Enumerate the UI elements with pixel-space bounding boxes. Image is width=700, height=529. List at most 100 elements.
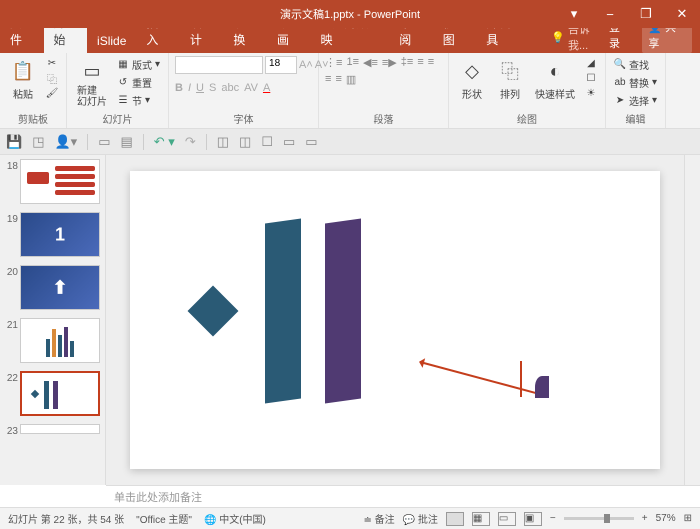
layout-button[interactable]: ▦版式 ▾	[115, 56, 162, 73]
shape-outline-button[interactable]: ☐	[583, 71, 599, 85]
copy-button[interactable]: ⿻	[44, 71, 60, 85]
maximize-button[interactable]: ❐	[628, 0, 664, 28]
zoom-in-button[interactable]: +	[642, 513, 648, 524]
group-editing: 🔍查找 ab替换 ▾ ➤选择 ▾ 编辑	[606, 53, 666, 128]
numbering-button[interactable]: 1≡	[346, 56, 359, 69]
qat-button[interactable]: ◫	[239, 134, 251, 150]
italic-button[interactable]: I	[188, 82, 191, 94]
select-button[interactable]: ➤选择 ▾	[612, 92, 659, 109]
thumbnail-item[interactable]: 18	[0, 157, 105, 210]
format-painter-button[interactable]: 🖌	[44, 86, 60, 100]
save-button[interactable]: 💾	[6, 134, 22, 150]
underline-button[interactable]: U	[196, 82, 204, 94]
qat-button[interactable]: ▭	[98, 134, 110, 150]
layout-icon: ▦	[117, 59, 129, 71]
shape-bar-teal[interactable]	[265, 218, 301, 403]
group-label: 编辑	[626, 111, 646, 126]
slideshow-view-button[interactable]: ▣	[524, 512, 542, 526]
notes-pane[interactable]: 单击此处添加备注	[106, 485, 700, 507]
increase-font-icon[interactable]: A˄	[299, 59, 313, 71]
new-slide-button[interactable]: ▭ 新建 幻灯片	[73, 56, 111, 110]
qat-button[interactable]: 👤▾	[54, 134, 77, 150]
tab-islide[interactable]: iSlide	[87, 29, 136, 53]
redo-button[interactable]: ↷	[185, 134, 196, 150]
align-center-button[interactable]: ≡	[428, 56, 434, 69]
strike-button[interactable]: S	[209, 82, 216, 94]
qat-button[interactable]: ☐	[261, 134, 273, 150]
align-right-button[interactable]: ≡	[325, 73, 331, 86]
group-label: 字体	[234, 111, 254, 126]
thumbnail-item[interactable]: 23	[0, 422, 105, 443]
shapes-icon: ◇	[459, 58, 485, 84]
status-bar: 幻灯片 第 22 张，共 54 张 "Office 主题" 🌐 中文(中国) ≐…	[0, 507, 700, 529]
reading-view-button[interactable]: ▭	[498, 512, 516, 526]
fit-button[interactable]: ⊞	[684, 513, 692, 524]
thumbnail-item[interactable]: 20 ⬆	[0, 263, 105, 316]
arrange-button[interactable]: ⿻排列	[493, 56, 527, 103]
quick-styles-button[interactable]: ◐快速样式	[531, 56, 579, 103]
qat-button[interactable]: ▤	[121, 134, 133, 150]
normal-view-button[interactable]	[446, 512, 464, 526]
indent-inc-button[interactable]: ≡▶	[382, 56, 397, 69]
bullets-button[interactable]: ⋮≡	[325, 56, 342, 69]
replace-button[interactable]: ab替换 ▾	[612, 74, 659, 91]
shape-fill-button[interactable]: ◢	[583, 56, 599, 70]
slide-thumbnail-panel[interactable]: 18 19 1 20 ⬆ 21 22 23	[0, 155, 106, 485]
paste-button[interactable]: 📋 粘贴	[6, 56, 40, 103]
thumbnail-item[interactable]: 21	[0, 316, 105, 369]
minimize-button[interactable]: −	[592, 0, 628, 28]
section-button[interactable]: ☰节 ▾	[115, 92, 162, 109]
qat-button[interactable]: ▭	[305, 134, 317, 150]
bold-button[interactable]: B	[175, 82, 183, 94]
thumbnail-item[interactable]: 22	[0, 369, 105, 422]
sorter-view-button[interactable]: ▦	[472, 512, 490, 526]
clipboard-icon: 📋	[10, 58, 36, 84]
language-button[interactable]: 🌐 中文(中国)	[204, 511, 266, 526]
find-button[interactable]: 🔍查找	[612, 56, 659, 73]
thumbnail-item[interactable]: 19 1	[0, 210, 105, 263]
shape-effects-button[interactable]: ☀	[583, 86, 599, 100]
cut-button[interactable]: ✂	[44, 56, 60, 70]
close-button[interactable]: ✕	[664, 0, 700, 28]
shape-bar-purple[interactable]	[325, 218, 361, 403]
font-color-button[interactable]: A	[263, 82, 270, 94]
comments-toggle[interactable]: 💬 批注	[403, 511, 438, 526]
font-family-select[interactable]	[175, 56, 263, 74]
section-icon: ☰	[117, 95, 129, 107]
qat-button[interactable]: ▭	[283, 134, 295, 150]
theme-name: "Office 主题"	[136, 511, 192, 526]
shape-small-curve[interactable]	[535, 376, 549, 398]
cursor-icon: ➤	[614, 95, 626, 107]
reset-icon: ↺	[117, 77, 129, 89]
group-clipboard: 📋 粘贴 ✂ ⿻ 🖌 剪贴板	[0, 53, 67, 128]
shadow-button[interactable]: abc	[221, 82, 239, 94]
notes-toggle[interactable]: ≐ 备注	[364, 511, 395, 526]
slide-counter: 幻灯片 第 22 张，共 54 张	[8, 511, 124, 526]
shapes-button[interactable]: ◇形状	[455, 56, 489, 103]
title-bar: 演示文稿1.pptx - PowerPoint ▾ − ❐ ✕	[0, 0, 700, 28]
current-slide[interactable]	[130, 171, 660, 469]
align-left-button[interactable]: ≡	[417, 56, 423, 69]
vertical-scrollbar[interactable]	[684, 155, 700, 485]
spacing-button[interactable]: AV	[244, 82, 258, 94]
font-size-select[interactable]: 18	[265, 56, 297, 74]
line-spacing-button[interactable]: ‡≡	[401, 56, 414, 69]
reset-button[interactable]: ↺重置	[115, 74, 162, 91]
zoom-level[interactable]: 57%	[656, 513, 676, 524]
shape-small-bar[interactable]	[520, 361, 522, 397]
scissors-icon: ✂	[46, 57, 58, 69]
ribbon-collapse-icon[interactable]: ▾	[556, 0, 592, 28]
fill-icon: ◢	[585, 57, 597, 69]
ribbon-tabs: 文件 开始 iSlide 插入 设计 切换 动画 幻灯片放映 审阅 视图 开发工…	[0, 28, 700, 53]
shape-diamond[interactable]	[188, 286, 239, 337]
zoom-out-button[interactable]: −	[550, 513, 556, 524]
indent-dec-button[interactable]: ◀≡	[363, 56, 378, 69]
brush-icon: 🖌	[46, 87, 58, 99]
qat-button[interactable]: ◫	[217, 134, 229, 150]
justify-button[interactable]: ≡	[335, 73, 341, 86]
zoom-slider[interactable]	[564, 517, 634, 520]
undo-button[interactable]: ↶ ▾	[154, 134, 175, 150]
qat-button[interactable]: ◳	[32, 134, 44, 150]
slide-canvas[interactable]	[106, 155, 684, 485]
columns-button[interactable]: ▥	[346, 73, 356, 86]
